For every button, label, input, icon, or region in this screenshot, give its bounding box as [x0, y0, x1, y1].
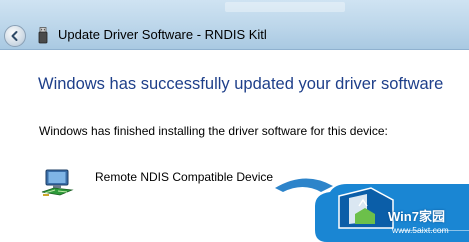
success-heading: Windows has successfully updated your dr… — [38, 75, 444, 93]
status-message: Windows has finished installing the driv… — [39, 124, 388, 138]
usb-device-icon — [38, 27, 48, 44]
device-name: Remote NDIS Compatible Device — [95, 170, 274, 184]
background-glass-reflection — [225, 2, 345, 12]
title-bar: Update Driver Software - RNDIS Kitl — [0, 0, 469, 50]
back-arrow-icon — [11, 31, 18, 41]
back-button[interactable] — [4, 25, 26, 47]
watermark-url: www.5aixt.com — [392, 225, 449, 235]
window-title: Update Driver Software - RNDIS Kitl — [58, 27, 267, 42]
network-adapter-icon — [41, 169, 74, 196]
watermark-brand: Win7家园 — [388, 209, 445, 224]
